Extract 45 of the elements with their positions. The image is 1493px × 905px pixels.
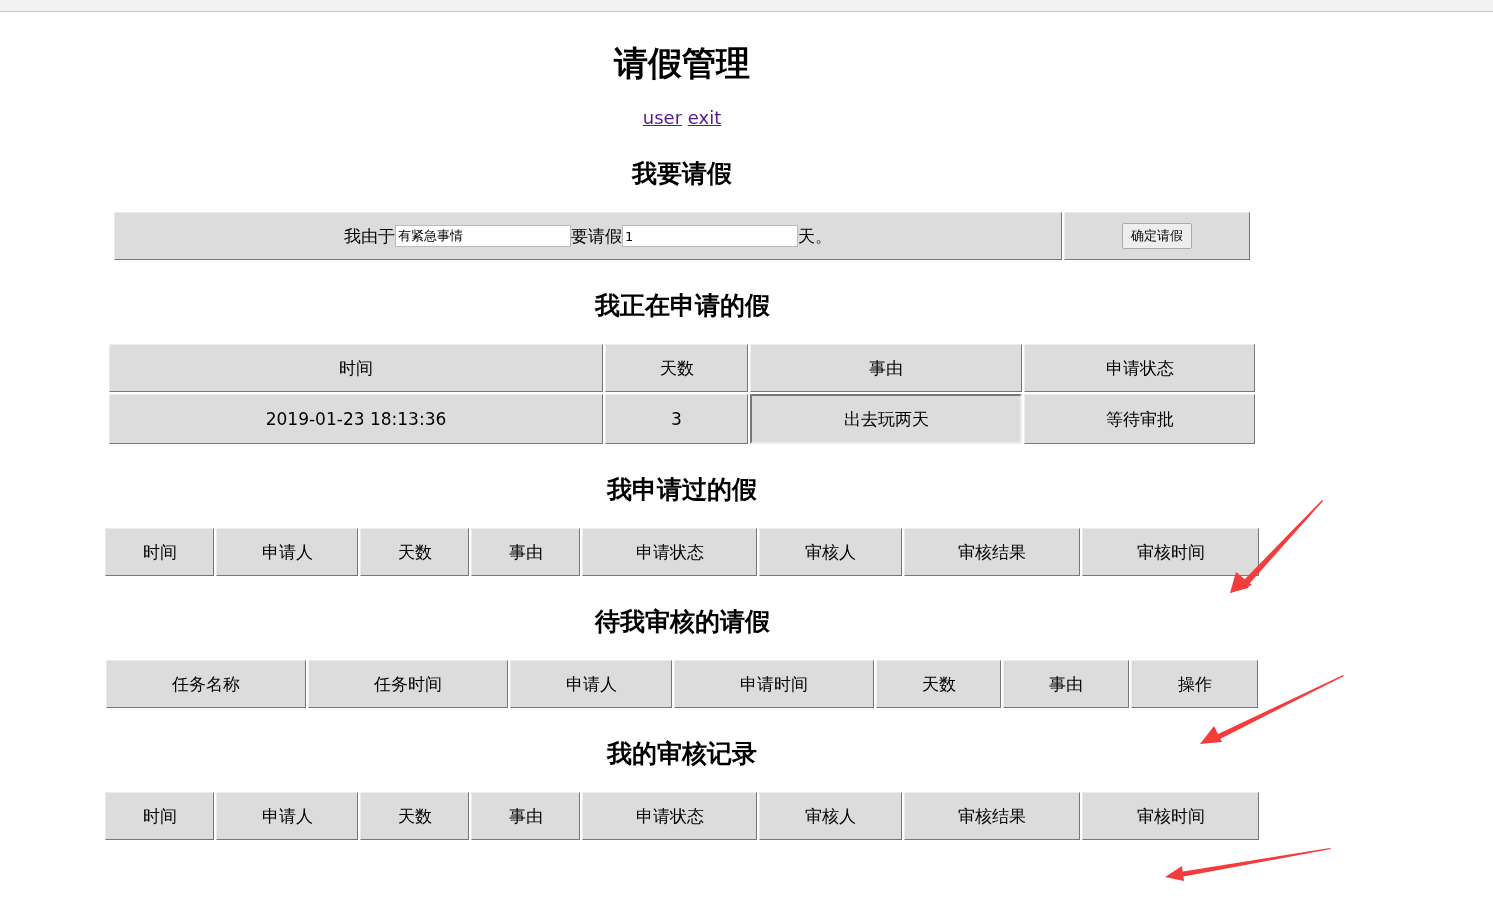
column-header: 时间 bbox=[105, 792, 214, 840]
column-header: 任务时间 bbox=[308, 660, 508, 708]
column-header: 时间 bbox=[109, 344, 603, 392]
page-title: 请假管理 bbox=[612, 42, 751, 85]
column-header: 审核人 bbox=[759, 528, 902, 576]
column-header: 申请人 bbox=[510, 660, 672, 708]
days-field[interactable]: 1 bbox=[622, 225, 798, 247]
table-cell: 3 bbox=[605, 394, 748, 444]
column-header: 事由 bbox=[471, 792, 580, 840]
section-heading: 我正在申请的假 bbox=[594, 290, 770, 322]
column-header: 审核结果 bbox=[904, 528, 1080, 576]
column-header: 申请时间 bbox=[674, 660, 874, 708]
form-label: 我由于 bbox=[344, 224, 395, 248]
submit-button[interactable]: 确定请假 bbox=[1122, 223, 1192, 249]
column-header: 事由 bbox=[471, 528, 580, 576]
column-header: 审核人 bbox=[759, 792, 902, 840]
column-header: 审核结果 bbox=[904, 792, 1080, 840]
column-header: 天数 bbox=[360, 792, 469, 840]
column-header: 审核时间 bbox=[1082, 792, 1259, 840]
reason-field[interactable]: 有紧急事情 bbox=[395, 225, 571, 247]
column-header: 申请状态 bbox=[1024, 344, 1255, 392]
column-header: 审核时间 bbox=[1082, 528, 1259, 576]
column-header: 申请人 bbox=[216, 528, 358, 576]
column-header: 天数 bbox=[876, 660, 1001, 708]
column-header: 时间 bbox=[105, 528, 214, 576]
table-cell: 出去玩两天 bbox=[750, 394, 1022, 444]
column-header: 事由 bbox=[750, 344, 1022, 392]
nav-link[interactable]: exit bbox=[687, 107, 722, 128]
form-label: 要请假 bbox=[571, 224, 622, 248]
column-header: 申请状态 bbox=[582, 528, 757, 576]
column-header: 申请人 bbox=[216, 792, 358, 840]
form-label: 天。 bbox=[798, 224, 832, 248]
column-header: 操作 bbox=[1131, 660, 1258, 708]
section-heading: 我申请过的假 bbox=[607, 474, 757, 506]
section-heading: 我的审核记录 bbox=[607, 738, 757, 770]
section-heading: 我要请假 bbox=[632, 158, 732, 190]
column-header: 任务名称 bbox=[106, 660, 306, 708]
column-header: 申请状态 bbox=[582, 792, 757, 840]
column-header: 事由 bbox=[1003, 660, 1129, 708]
column-header: 天数 bbox=[360, 528, 469, 576]
nav-link[interactable]: user bbox=[642, 107, 683, 128]
section-heading: 待我审核的请假 bbox=[594, 606, 770, 638]
table-cell: 2019-01-23 18:13:36 bbox=[109, 394, 603, 444]
column-header: 天数 bbox=[605, 344, 748, 392]
table-cell: 等待审批 bbox=[1024, 394, 1255, 444]
